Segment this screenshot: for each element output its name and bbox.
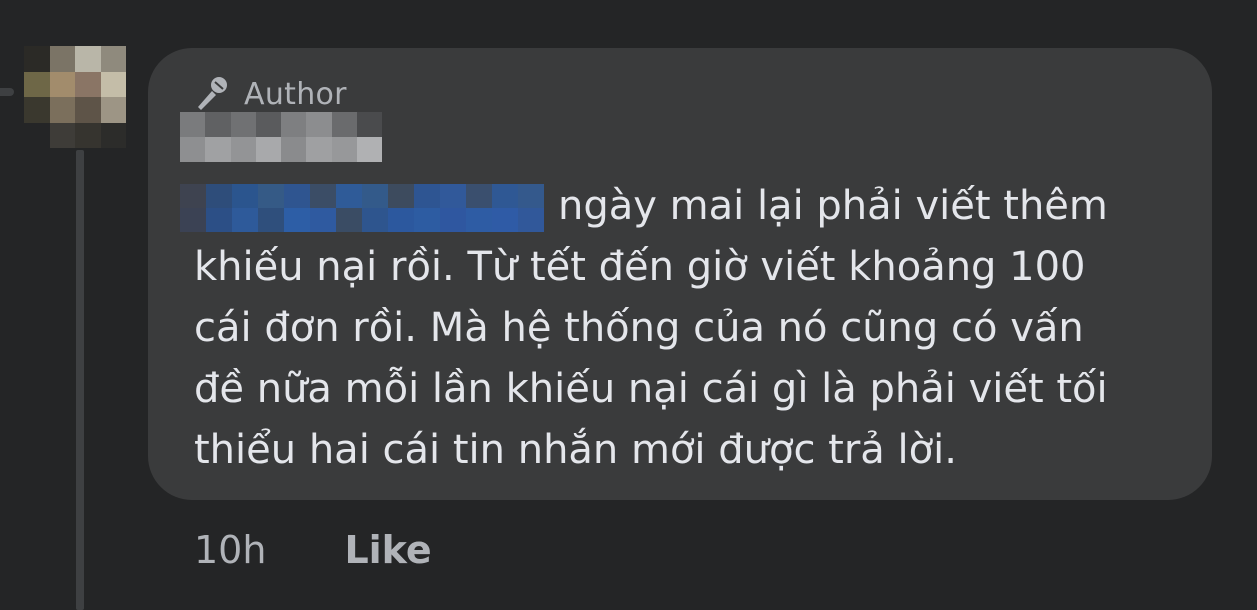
like-button[interactable]: Like — [344, 528, 431, 572]
author-badge-label: Author — [244, 76, 347, 112]
thread-connector — [0, 88, 14, 96]
thread-line — [76, 150, 84, 610]
avatar[interactable] — [24, 46, 126, 148]
comment-actions: 10h Like — [194, 522, 432, 578]
comment-text-first-line: ngày mai lại phải viết thêm — [558, 183, 1108, 229]
timestamp[interactable]: 10h — [194, 528, 266, 572]
comment-text: ngày mai lại phải viết thêm khiếu nại rồ… — [194, 176, 1184, 481]
author-badge: Author — [190, 72, 347, 116]
author-name-redacted[interactable] — [180, 112, 382, 162]
microphone-icon — [198, 77, 227, 110]
comment-text-body: khiếu nại rồi. Từ tết đến giờ viết khoản… — [194, 244, 1108, 473]
